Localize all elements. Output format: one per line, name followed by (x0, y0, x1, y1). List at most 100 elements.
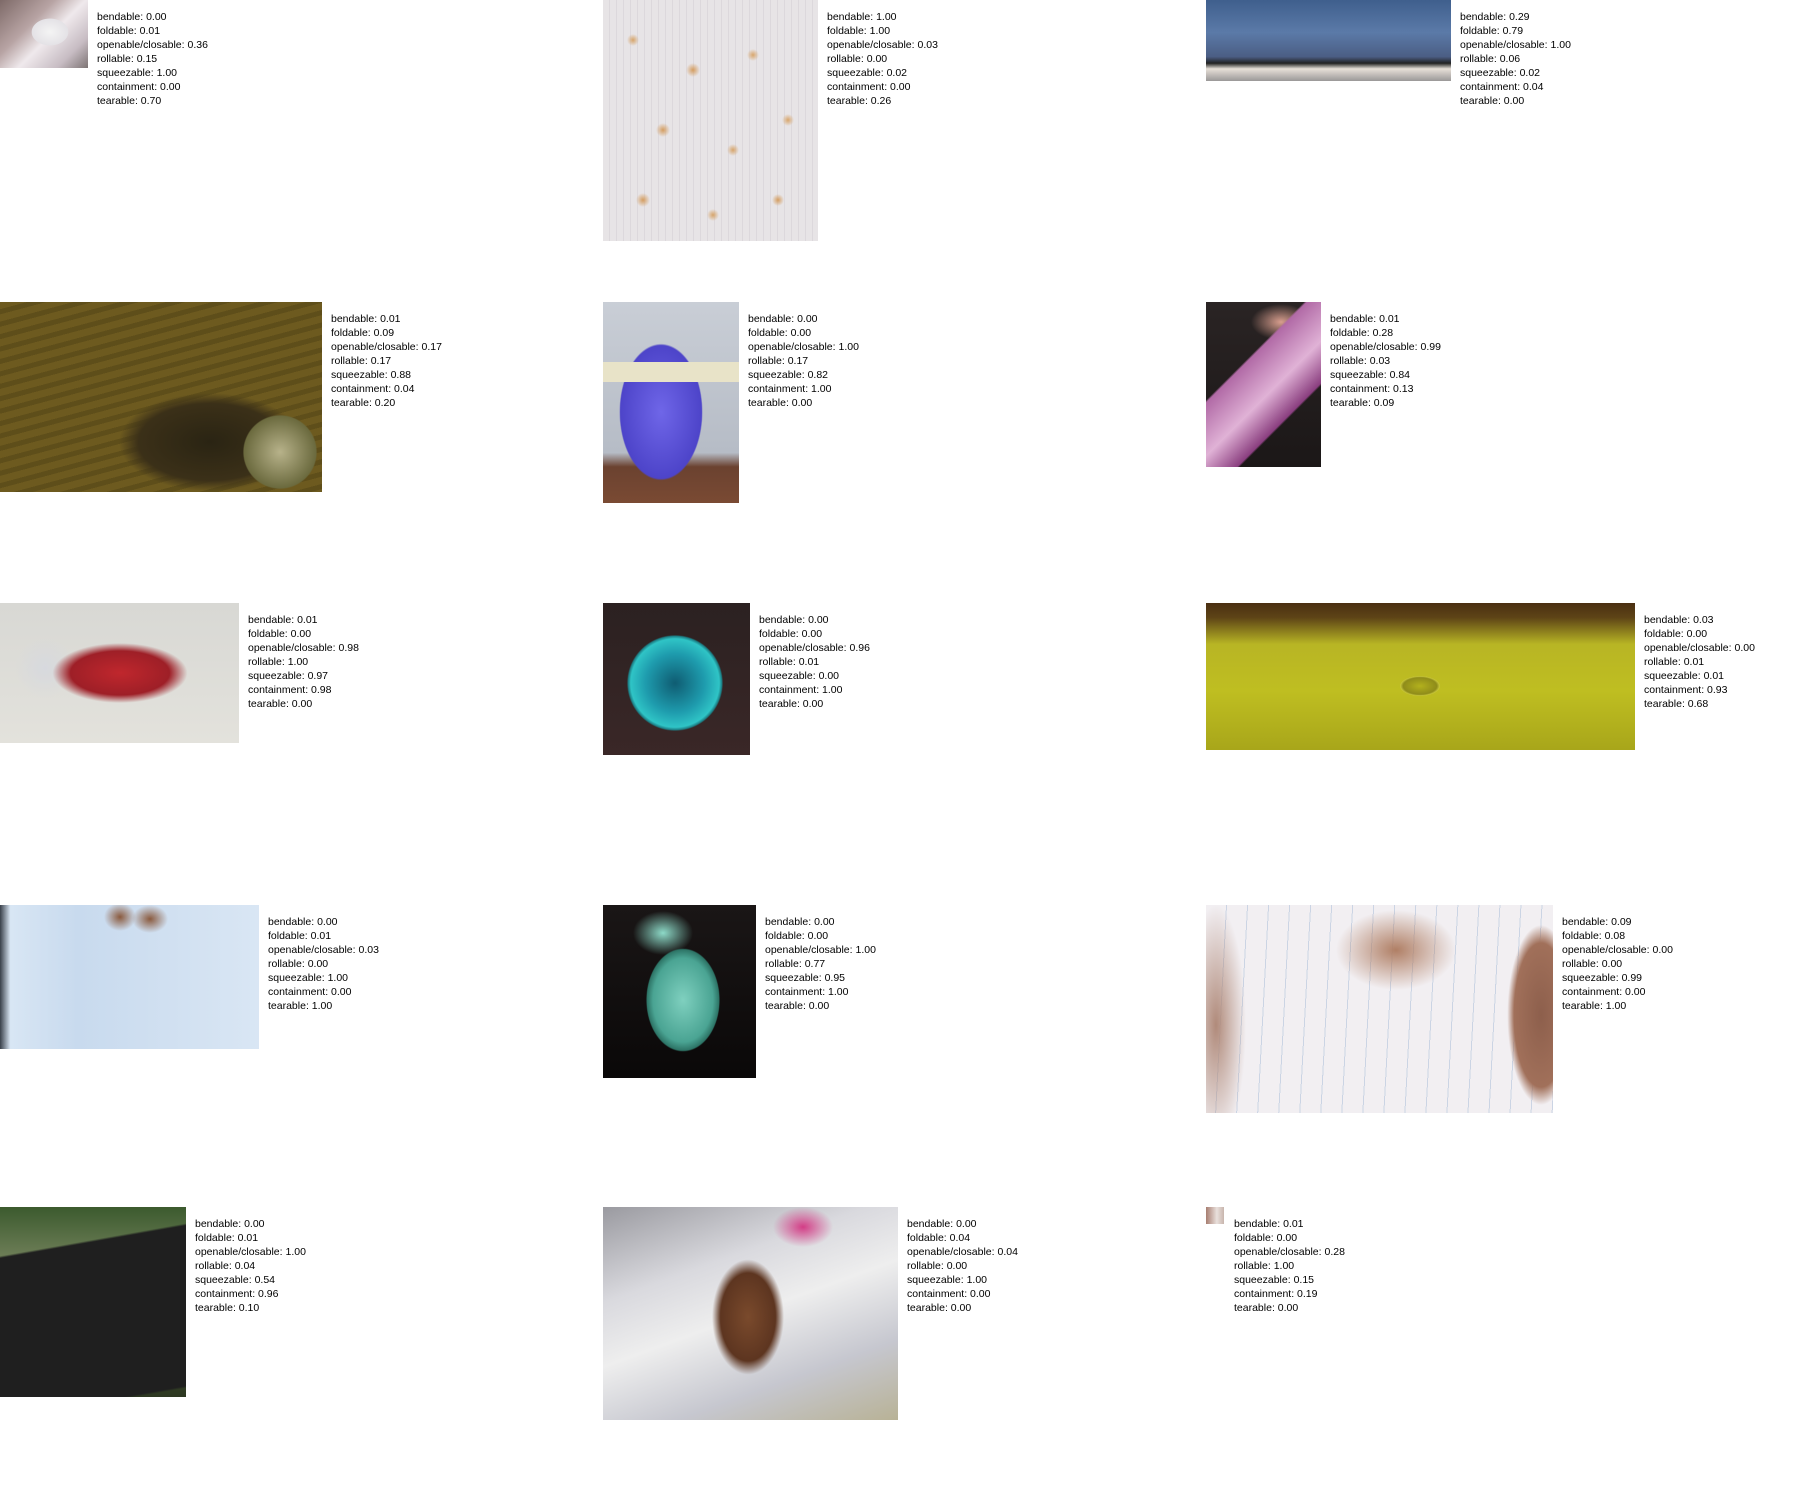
property-value: 0.01 (237, 1232, 259, 1244)
property-label: bendable (195, 1218, 239, 1230)
property-label: squeezable (907, 1274, 961, 1286)
object-thumbnail (0, 1207, 186, 1397)
property-value: 0.20 (374, 397, 396, 409)
property-label: openable/closable (97, 39, 182, 51)
property-label: openable/closable (268, 944, 353, 956)
property-label: foldable (1562, 930, 1599, 942)
property-label: squeezable (195, 1274, 249, 1286)
property-value: 1.00 (811, 383, 832, 395)
property-list: bendable: 0.01 foldable: 0.09 openable/clo… (331, 312, 442, 410)
property-row-squeezable: squeezable: 0.01 (1644, 670, 1724, 682)
property-label: squeezable (1330, 369, 1384, 381)
property-value: 1.00 (1273, 1260, 1295, 1272)
property-label: squeezable (248, 670, 302, 682)
property-row-containment: containment: 1.00 (765, 986, 849, 998)
property-label: rollable (827, 53, 861, 65)
property-value: 1.00 (1550, 39, 1571, 51)
property-value: 0.00 (970, 1288, 991, 1300)
property-value: 1.00 (156, 67, 177, 79)
property-value: 0.15 (136, 53, 158, 65)
property-value: 0.00 (1601, 958, 1623, 970)
property-value: 1.00 (311, 1000, 333, 1012)
property-label: tearable (268, 1000, 306, 1012)
property-label: foldable (268, 930, 305, 942)
object-thumbnail (603, 1207, 898, 1420)
property-value: 0.01 (310, 930, 332, 942)
property-value: 0.28 (1324, 1246, 1345, 1258)
property-value: 0.00 (950, 1302, 972, 1314)
property-value: 0.84 (1389, 369, 1410, 381)
property-row-bendable: bendable: 1.00 (827, 11, 897, 23)
property-label: rollable (195, 1260, 229, 1272)
property-list: bendable: 0.00 foldable: 0.00 openable/clo… (748, 312, 859, 410)
property-row-squeezable: squeezable: 0.99 (1562, 972, 1642, 984)
property-label: containment (765, 986, 823, 998)
property-label: rollable (907, 1260, 941, 1272)
property-value: 0.03 (358, 944, 379, 956)
property-label: squeezable (268, 972, 322, 984)
property-value: 0.00 (890, 81, 911, 93)
property-row-containment: containment: 0.93 (1644, 684, 1728, 696)
property-label: foldable (765, 930, 802, 942)
property-label: containment (248, 684, 306, 696)
property-row-rollable: rollable: 0.17 (331, 355, 392, 367)
object-thumbnail (1206, 905, 1553, 1113)
property-value: 0.00 (808, 1000, 830, 1012)
property-row-openable: openable/closable: 0.96 (759, 642, 870, 654)
property-row-bendable: bendable: 0.01 (1234, 1218, 1304, 1230)
property-row-containment: containment: 1.00 (748, 383, 832, 395)
property-label: squeezable (765, 972, 819, 984)
property-label: containment (1330, 383, 1388, 395)
property-value: 0.36 (187, 39, 208, 51)
property-value: 0.70 (140, 95, 162, 107)
property-list: bendable: 0.09 foldable: 0.08 openable/clo… (1562, 915, 1673, 1013)
property-value: 0.96 (258, 1288, 279, 1300)
property-value: 0.15 (1293, 1274, 1314, 1286)
property-value: 0.00 (290, 628, 312, 640)
property-row-bendable: bendable: 0.01 (1330, 313, 1400, 325)
property-row-tearable: tearable: 0.20 (331, 397, 396, 409)
property-row-containment: containment: 0.98 (248, 684, 332, 696)
object-thumbnail (0, 905, 259, 1049)
property-label: rollable (1562, 958, 1596, 970)
property-value: 0.17 (370, 355, 392, 367)
property-label: containment (268, 986, 326, 998)
property-label: bendable (827, 11, 871, 23)
property-row-foldable: foldable: 0.08 (1562, 930, 1626, 942)
property-label: openable/closable (759, 642, 844, 654)
property-row-bendable: bendable: 0.09 (1562, 916, 1632, 928)
property-value: 0.95 (824, 972, 845, 984)
property-value: 0.00 (160, 81, 181, 93)
property-row-openable: openable/closable: 0.03 (268, 944, 379, 956)
object-thumbnail (603, 603, 750, 755)
property-label: tearable (1644, 698, 1682, 710)
property-label: squeezable (827, 67, 881, 79)
property-value: 0.00 (1625, 986, 1646, 998)
property-row-squeezable: squeezable: 0.84 (1330, 369, 1410, 381)
property-row-tearable: tearable: 0.70 (97, 95, 162, 107)
property-value: 0.01 (1683, 656, 1705, 668)
property-value: 0.01 (297, 614, 318, 626)
property-row-foldable: foldable: 0.00 (748, 327, 812, 339)
property-row-bendable: bendable: 0.00 (268, 916, 338, 928)
property-value: 0.79 (1502, 25, 1524, 37)
property-row-tearable: tearable: 0.09 (1330, 397, 1395, 409)
property-row-squeezable: squeezable: 0.95 (765, 972, 845, 984)
property-row-squeezable: squeezable: 0.00 (759, 670, 839, 682)
property-label: bendable (1460, 11, 1504, 23)
property-label: openable/closable (1644, 642, 1729, 654)
property-value: 0.77 (804, 958, 826, 970)
property-value: 1.00 (966, 1274, 987, 1286)
object-thumbnail (0, 302, 322, 492)
property-value: 0.00 (802, 698, 824, 710)
property-label: containment (1234, 1288, 1292, 1300)
property-value: 0.04 (997, 1246, 1018, 1258)
object-thumbnail (0, 603, 239, 743)
property-label: bendable (765, 916, 809, 928)
property-label: tearable (97, 95, 135, 107)
property-row-tearable: tearable: 0.00 (1460, 95, 1525, 107)
property-row-rollable: rollable: 1.00 (248, 656, 309, 668)
property-row-rollable: rollable: 1.00 (1234, 1260, 1295, 1272)
property-value: 0.00 (807, 930, 829, 942)
property-value: 0.97 (307, 670, 328, 682)
